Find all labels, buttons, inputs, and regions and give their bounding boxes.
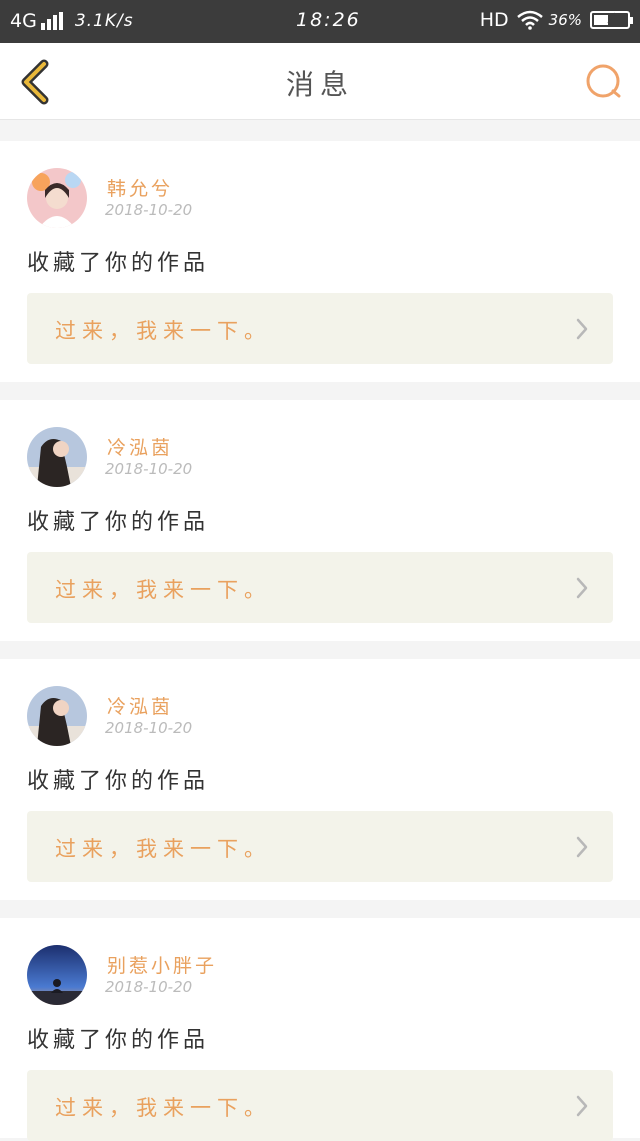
chevron-right-icon (576, 836, 588, 858)
reply-box[interactable]: 过来，我来一下。 (27, 293, 613, 364)
message-date: 2018-10-20 (105, 460, 193, 478)
message-card: 别惹小胖子 2018-10-20 收藏了你的作品 过来，我来一下。 (0, 918, 640, 1141)
reply-text: 过来，我来一下。 (55, 578, 271, 602)
avatar[interactable] (27, 686, 87, 746)
sender-name[interactable]: 韩允兮 (107, 174, 173, 201)
message-card: 韩允兮 2018-10-20 收藏了你的作品 过来，我来一下。 (0, 141, 640, 382)
reply-box[interactable]: 过来，我来一下。 (27, 1070, 613, 1141)
reply-box[interactable]: 过来，我来一下。 (27, 552, 613, 623)
reply-text: 过来，我来一下。 (55, 837, 271, 861)
status-bar: 4G 3.1K/s 18:26 HD 36% ⚡ (0, 0, 640, 43)
status-left: 4G 3.1K/s (10, 10, 134, 32)
battery-percent: 36% (548, 11, 582, 29)
message-card: 冷泓茵 2018-10-20 收藏了你的作品 过来，我来一下。 (0, 400, 640, 641)
status-time: 18:26 (296, 9, 361, 31)
avatar[interactable] (27, 945, 87, 1005)
message-text: 收藏了你的作品 (27, 769, 210, 794)
wifi-icon (516, 10, 543, 30)
chevron-right-icon (576, 318, 588, 340)
reply-text: 过来，我来一下。 (55, 1096, 271, 1120)
sender-name[interactable]: 别惹小胖子 (107, 951, 217, 978)
reply-text: 过来，我来一下。 (55, 319, 271, 343)
message-card: 冷泓茵 2018-10-20 收藏了你的作品 过来，我来一下。 (0, 659, 640, 900)
nav-bar: 消息 (0, 43, 640, 120)
message-text: 收藏了你的作品 (27, 1028, 210, 1053)
chevron-right-icon (576, 577, 588, 599)
page-title: 消息 (285, 68, 354, 101)
message-date: 2018-10-20 (105, 978, 193, 996)
battery-icon: ⚡ (590, 11, 633, 29)
search-icon[interactable] (584, 62, 624, 102)
network-type: 4G (10, 10, 37, 32)
avatar[interactable] (27, 168, 87, 228)
hd-indicator: HD (479, 9, 509, 31)
message-text: 收藏了你的作品 (27, 251, 210, 276)
reply-box[interactable]: 过来，我来一下。 (27, 811, 613, 882)
message-date: 2018-10-20 (105, 719, 193, 737)
sender-name[interactable]: 冷泓茵 (107, 433, 173, 460)
sender-name[interactable]: 冷泓茵 (107, 692, 173, 719)
message-date: 2018-10-20 (105, 201, 193, 219)
avatar[interactable] (27, 427, 87, 487)
message-text: 收藏了你的作品 (27, 510, 210, 535)
status-right: HD 36% ⚡ (479, 9, 633, 31)
signal-icon (40, 12, 65, 30)
network-speed: 3.1K/s (74, 11, 134, 31)
chevron-right-icon (576, 1095, 588, 1117)
